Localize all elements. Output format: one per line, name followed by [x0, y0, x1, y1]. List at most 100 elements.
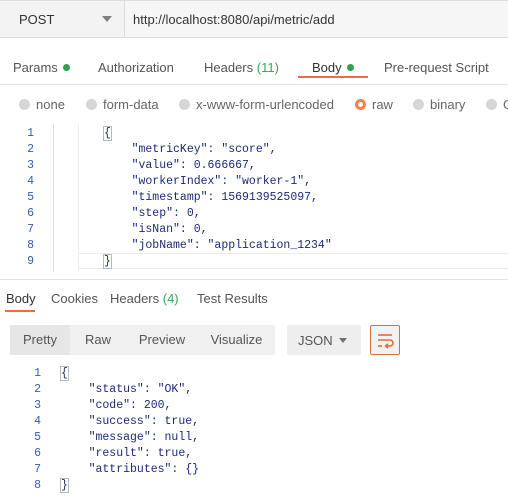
- radio-circle-icon: [179, 99, 190, 110]
- divider: [0, 279, 508, 280]
- active-response-tab-indicator: [5, 310, 35, 312]
- code-line: "workerIndex": "worker-1",: [104, 175, 312, 188]
- response-tab-body[interactable]: Body: [6, 291, 36, 306]
- line-number: 8: [27, 239, 34, 252]
- line-number: 2: [27, 143, 34, 156]
- tab-authorization-label: Authorization: [98, 60, 174, 75]
- line-number: 1: [27, 127, 34, 140]
- radio-circle-icon: [486, 99, 497, 110]
- radio-circle-icon: [86, 99, 97, 110]
- chevron-down-icon: [102, 16, 112, 22]
- divider: [0, 84, 508, 85]
- current-line-highlight: [79, 253, 508, 269]
- response-tabs: Body Cookies Headers (4) Test Results: [0, 288, 508, 310]
- code-line: "code": 200,: [61, 399, 172, 412]
- response-tab-test-results-label: Test Results: [197, 291, 268, 306]
- radio-circle-icon: [413, 99, 424, 110]
- request-tabs: Params Authorization Headers (11) Body P…: [0, 54, 508, 84]
- radio-none[interactable]: none: [19, 97, 65, 112]
- code-line: {: [103, 126, 112, 141]
- tab-pre-request-script[interactable]: Pre-request Script: [384, 60, 489, 75]
- code-line: }: [60, 478, 69, 493]
- line-number: 7: [27, 223, 34, 236]
- line-number: 1: [34, 367, 41, 380]
- code-line: "result": true,: [61, 447, 193, 460]
- radio-x-www-form-urlencoded[interactable]: x-www-form-urlencoded: [179, 97, 334, 112]
- line-number: 5: [34, 431, 41, 444]
- radio-circle-icon: [19, 99, 30, 110]
- code-line: "message": null,: [61, 431, 200, 444]
- response-tab-cookies-label: Cookies: [51, 291, 98, 306]
- code-line: {: [60, 366, 69, 381]
- line-number: 6: [27, 207, 34, 220]
- code-line: }: [103, 254, 112, 269]
- line-number: 4: [27, 175, 34, 188]
- line-number: 6: [34, 447, 41, 460]
- code-line: "attributes": {}: [61, 463, 200, 476]
- tab-headers[interactable]: Headers (11): [204, 60, 279, 75]
- line-number: 2: [34, 383, 41, 396]
- request-bar: POST http://localhost:8080/api/metric/ad…: [0, 0, 508, 38]
- code-line: "value": 0.666667,: [104, 159, 256, 172]
- view-raw-button[interactable]: Raw: [70, 325, 126, 355]
- radio-form-data[interactable]: form-data: [86, 97, 159, 112]
- response-tab-cookies[interactable]: Cookies: [51, 291, 98, 306]
- tab-body-label: Body: [312, 60, 342, 75]
- url-input[interactable]: http://localhost:8080/api/metric/add: [125, 0, 508, 38]
- format-select[interactable]: JSON: [287, 325, 361, 355]
- radio-binary-label: binary: [430, 97, 466, 112]
- response-tab-headers-label: Headers: [110, 291, 163, 306]
- response-tab-headers-count: (4): [162, 291, 179, 306]
- tab-params[interactable]: Params: [13, 60, 70, 75]
- line-number: 8: [34, 479, 41, 492]
- code-line: "success": true,: [61, 415, 200, 428]
- response-tab-body-label: Body: [6, 291, 36, 306]
- response-tab-headers[interactable]: Headers (4): [110, 291, 179, 306]
- tab-authorization[interactable]: Authorization: [98, 60, 174, 75]
- view-preview-button[interactable]: Preview: [126, 325, 198, 355]
- response-view-toolbar: Pretty Raw Preview Visualize: [10, 325, 275, 355]
- wrap-lines-icon: [378, 334, 394, 349]
- code-line: "status": "OK",: [61, 383, 193, 396]
- line-number: 3: [27, 159, 34, 172]
- radio-raw-label: raw: [372, 97, 393, 112]
- gutter-divider: [53, 124, 54, 272]
- tab-headers-count: (11): [256, 60, 279, 75]
- radio-raw[interactable]: raw: [355, 97, 393, 112]
- status-dot-icon: [62, 64, 70, 71]
- radio-selected-icon: [355, 99, 366, 110]
- response-tab-test-results[interactable]: Test Results: [197, 291, 268, 306]
- line-number: 9: [27, 255, 34, 268]
- tab-body[interactable]: Body: [312, 60, 354, 75]
- line-number: 5: [27, 191, 34, 204]
- response-body-viewer[interactable]: 1 2 3 4 5 6 7 8 { "status": "OK", "code"…: [0, 364, 508, 494]
- radio-binary[interactable]: binary: [413, 97, 465, 112]
- wrap-lines-button[interactable]: [370, 325, 400, 355]
- line-number: 7: [34, 463, 41, 476]
- indent-guide: [78, 124, 79, 272]
- body-type-radios: none form-data x-www-form-urlencoded raw…: [0, 94, 508, 116]
- line-number: 4: [34, 415, 41, 428]
- tab-pre-request-label: Pre-request Script: [384, 60, 489, 75]
- code-line: "timestamp": 1569139525097,: [104, 191, 318, 204]
- view-pretty-button[interactable]: Pretty: [10, 325, 70, 355]
- active-tab-indicator: [298, 76, 368, 78]
- format-select-label: JSON: [298, 333, 333, 348]
- status-dot-icon: [346, 64, 354, 71]
- tab-headers-label: Headers: [204, 60, 257, 75]
- chevron-down-icon: [339, 338, 347, 343]
- radio-none-label: none: [36, 97, 65, 112]
- radio-form-data-label: form-data: [103, 97, 159, 112]
- method-select[interactable]: POST: [0, 0, 125, 38]
- url-text: http://localhost:8080/api/metric/add: [133, 12, 335, 27]
- code-line: "metricKey": "score",: [104, 143, 277, 156]
- radio-graphql-label: G: [503, 97, 508, 112]
- line-number: 3: [34, 399, 41, 412]
- tab-params-label: Params: [13, 60, 58, 75]
- code-line: "jobName": "application_1234": [104, 239, 332, 252]
- code-line: "isNan": 0,: [104, 223, 208, 236]
- view-visualize-button[interactable]: Visualize: [198, 325, 275, 355]
- request-body-editor[interactable]: 1 2 3 4 5 6 7 8 9 { "metricKey": "score"…: [0, 124, 508, 272]
- code-line: "step": 0,: [104, 207, 201, 220]
- radio-graphql[interactable]: G: [486, 97, 508, 112]
